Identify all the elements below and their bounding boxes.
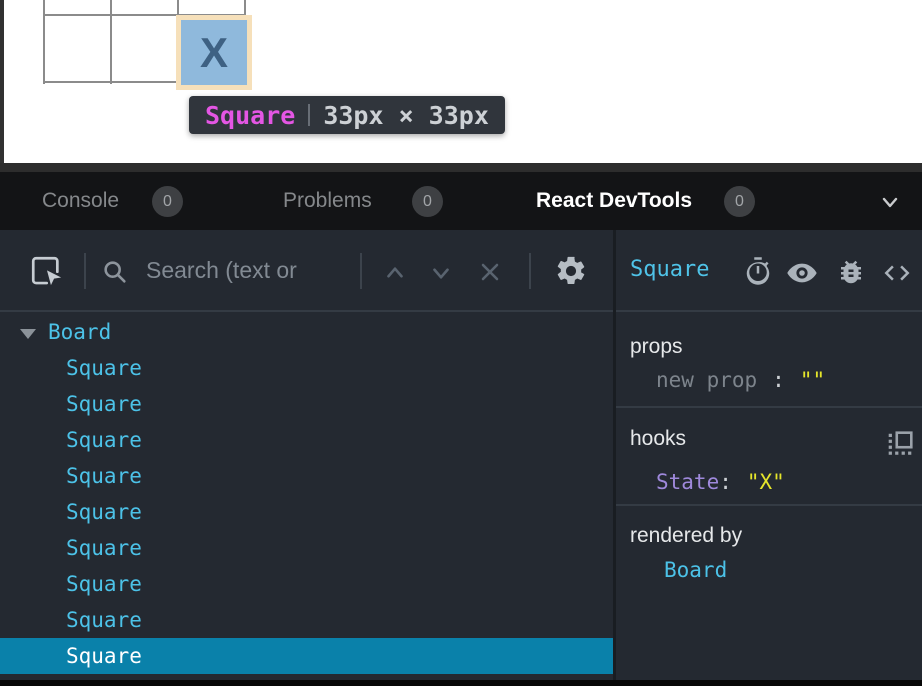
tree-item-label: Square [66,644,142,668]
grid-line [43,0,45,84]
toolbar-divider [529,253,531,289]
inspect-highlight-padding: X [176,15,252,90]
bug-icon[interactable] [836,257,866,287]
state-hook-row[interactable]: State: "X" [656,470,785,494]
tab-react-devtools-badge: 0 [724,186,755,217]
tooltip-dimensions: 33px × 33px [323,101,489,130]
hook-key: State [656,470,719,494]
tree-item-square[interactable]: Square [0,530,613,566]
tree-item-label: Square [66,500,142,524]
inspect-element-icon[interactable] [29,254,63,288]
selected-component-name: Square [630,230,709,310]
screen: X Square 33px × 33px Console 0 Problems … [0,0,922,686]
devtools-toolbar: Square [0,230,922,312]
tab-react-devtools[interactable]: React DevTools [536,172,692,230]
tab-console[interactable]: Console [42,172,119,230]
tab-problems-badge: 0 [412,186,443,217]
square-value: X [200,29,228,77]
tree-item-square[interactable]: Square [0,602,613,638]
code-brackets-icon[interactable] [881,258,913,288]
tree-item-label: Square [66,572,142,596]
tree-item-label: Square [66,608,142,632]
tree-item-square[interactable]: Square [0,386,613,422]
devtools-tab-bar: Console 0 Problems 0 React DevTools 0 [0,172,922,230]
prop-key[interactable]: new prop [656,368,757,392]
component-details-pane: props new prop: "" hooks State: "X" render… [616,314,922,680]
tree-item-square[interactable]: Square [0,422,613,458]
tree-item-label: Square [66,356,142,380]
colon: : [719,470,732,494]
tree-item-label: Square [66,392,142,416]
component-tree: Board Square Square Square Square Square… [0,314,613,674]
chevron-down-icon[interactable] [428,260,454,286]
tooltip-component-name: Square [205,101,295,130]
rendered-by-section: rendered by Board [616,506,922,680]
search-input[interactable] [146,230,354,310]
game-square-x[interactable]: X [181,20,247,85]
toolbar-divider [84,253,86,289]
tree-item-square[interactable]: Square [0,350,613,386]
props-title: props [630,335,683,359]
tree-item-label: Board [48,320,111,344]
bottom-edge-bar [0,680,922,686]
tree-item-square[interactable]: Square [0,458,613,494]
inspect-tooltip: Square 33px × 33px [189,96,505,134]
tree-item-label: Square [66,464,142,488]
search-icon [101,258,129,286]
tab-console-badge: 0 [152,186,183,217]
parse-hook-names-icon[interactable] [886,430,914,458]
react-devtools-panel: Square Board Square Square Square Squ [0,230,922,680]
tree-item-square-selected[interactable]: Square [0,638,613,674]
eye-icon[interactable] [786,257,818,289]
tree-item-square[interactable]: Square [0,566,613,602]
chevron-up-icon[interactable] [382,260,408,286]
hooks-section: hooks State: "X" [616,408,922,506]
timer-icon[interactable] [743,256,773,286]
tree-item-label: Square [66,536,142,560]
tree-item-label: Square [66,428,142,452]
toolbar-divider [360,253,362,289]
hooks-title: hooks [630,427,686,451]
tab-problems[interactable]: Problems [283,172,372,230]
close-icon[interactable] [476,258,504,286]
grid-line [110,0,112,84]
hook-value[interactable]: "X" [747,470,785,494]
new-prop-row[interactable]: new prop: "" [656,368,825,392]
prop-value[interactable]: "" [800,368,825,392]
tooltip-divider [308,104,310,126]
rendered-by-board-link[interactable]: Board [664,558,727,582]
gear-icon[interactable] [554,254,588,288]
rendered-by-title: rendered by [630,524,742,548]
tabbar-top-border [0,163,922,172]
colon: : [772,368,785,392]
browser-page-area: X Square 33px × 33px [0,0,922,163]
props-section: props new prop: "" [616,314,922,408]
tree-item-square[interactable]: Square [0,494,613,530]
expand-triangle-icon[interactable] [20,329,36,339]
tree-item-board[interactable]: Board [0,314,613,350]
chevron-down-icon[interactable] [878,190,902,214]
